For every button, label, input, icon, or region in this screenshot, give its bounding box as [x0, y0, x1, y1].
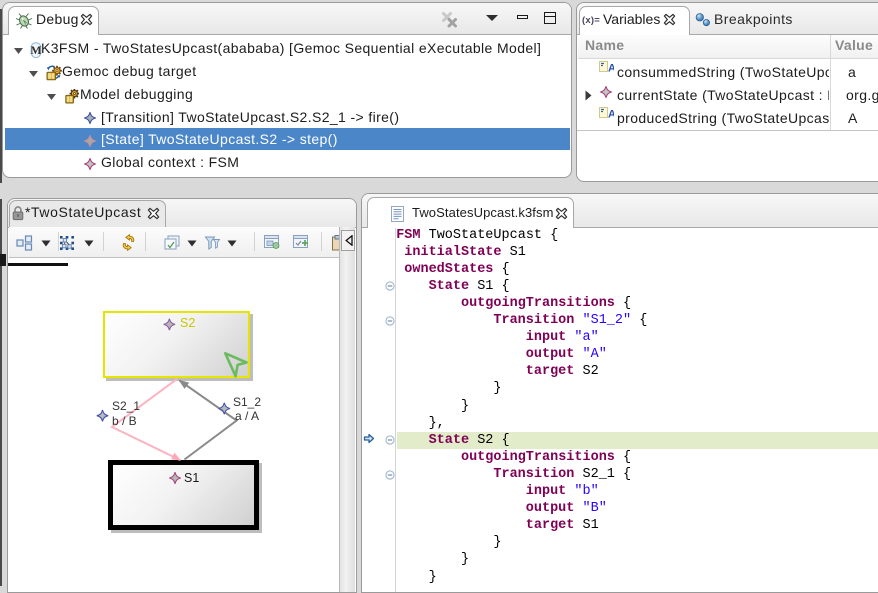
svg-text:A: A	[608, 63, 614, 74]
svg-text:M: M	[30, 43, 41, 57]
svg-text:A: A	[608, 109, 614, 120]
